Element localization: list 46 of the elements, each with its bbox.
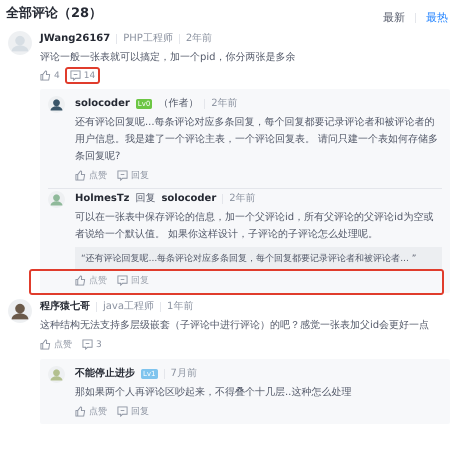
thumbs-up-icon (75, 406, 86, 417)
like-button[interactable]: 点赞 (70, 271, 112, 290)
comment-time: 7月前 (170, 367, 197, 381)
reply-count-button[interactable]: 3 (77, 336, 107, 353)
reply-button[interactable]: 回复 (112, 271, 154, 290)
comment-text: 这种结构无法支持多层级嵌套（子评论中进行评论）的吧？感觉一张表加父id会更好一点 (40, 318, 430, 333)
user-name[interactable]: 程序猿七哥 (40, 299, 90, 314)
comment-time: 1年前 (166, 300, 194, 314)
reply-text: 可以在一张表中保存评论的信息，加一个父评论id，所有父评论的父评论id为空或者说给一个默认值。 如果你这样设计，子评论的子评论怎么处理呢。 (75, 210, 434, 242)
user-title: java工程师 (103, 300, 154, 314)
comment-icon (117, 170, 128, 181)
reply-text: 还有评论回复呢...每条评论对应多条回复，每个回复都要记录评论者和被评论者的用户信息。我是建了一个评论主表，一个评论回复表。 请问只建一个表如何存储多条回复呢? (75, 116, 440, 164)
comment-time: 2年前 (229, 192, 256, 206)
comment-text: 评论一般一张表就可以搞定，加一个pid，你分两张是多余 (40, 50, 296, 65)
thumbs-up-icon (75, 275, 86, 286)
comment-time: 2年前 (211, 97, 238, 111)
like-button[interactable]: 点赞 (35, 335, 77, 354)
thumbs-up-icon (75, 170, 86, 181)
comment-time: 2年前 (186, 32, 212, 46)
reply-button[interactable]: 回复 (112, 402, 154, 421)
user-name[interactable]: 不能停止进步 (75, 366, 135, 381)
user-name[interactable]: solocoder (161, 191, 216, 206)
comment-icon (117, 406, 128, 417)
sort-tab[interactable]: 最热 (426, 10, 448, 25)
reply-label: 回复 (135, 192, 156, 206)
user-name[interactable]: solocoder (75, 96, 130, 111)
quoted-text: “还有评论回复呢...每条评论对应多条回复，每个回复都要记录评论者和被评论者... ” (75, 247, 442, 270)
comment-icon (117, 275, 128, 286)
user-title: PHP工程师 (123, 32, 173, 46)
reply-text: 那如果两个人再评论区吵起来，不得叠个十几层..这种怎么处理 (75, 386, 352, 400)
user-name[interactable]: JWang26167 (40, 31, 110, 46)
reply-count-button[interactable]: 14 (64, 67, 100, 84)
thumbs-up-icon (40, 339, 51, 350)
comment-icon (82, 339, 93, 350)
avatar-icon[interactable] (48, 96, 65, 113)
comment-icon (70, 70, 81, 81)
reply-button[interactable]: 回复 (112, 166, 154, 185)
comments-heading: 全部评论（28） (6, 4, 102, 22)
avatar-icon[interactable] (8, 299, 32, 323)
thumbs-up-icon (40, 70, 51, 81)
user-name[interactable]: HolmesTz (75, 191, 130, 206)
like-button[interactable]: 点赞 (70, 166, 112, 185)
like-button[interactable]: 点赞 (70, 402, 112, 421)
sort-tab[interactable]: 最新 (383, 10, 405, 25)
like-button[interactable]: 4 (35, 67, 65, 84)
author-tag: （作者） (158, 96, 198, 111)
